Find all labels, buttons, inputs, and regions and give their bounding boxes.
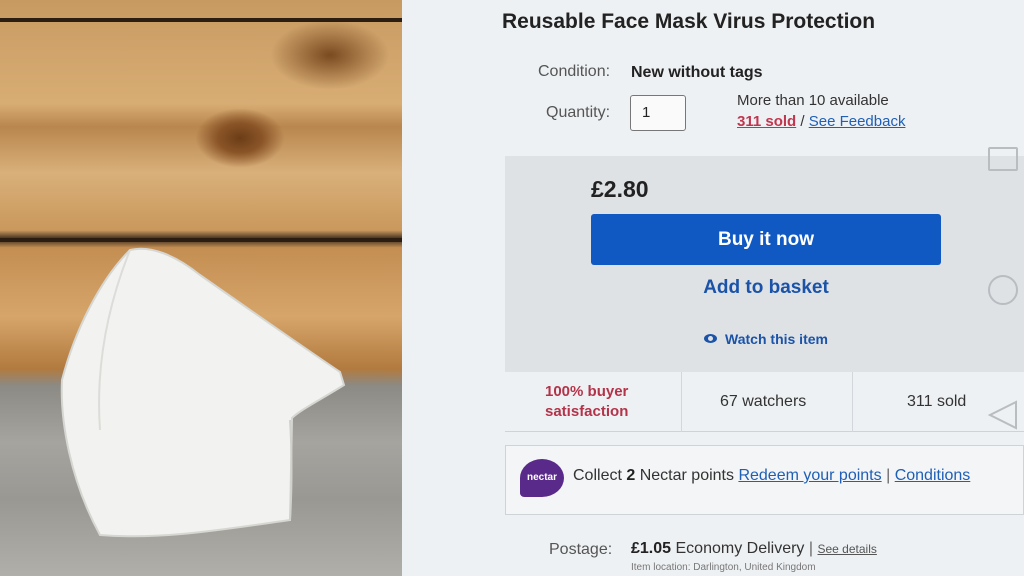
see-details-link[interactable]: See details <box>818 542 877 556</box>
sold-link[interactable]: 311 sold <box>737 113 796 130</box>
add-to-basket-button[interactable]: Add to basket <box>591 277 941 299</box>
product-photo[interactable] <box>0 0 402 576</box>
item-location: Item location: Darlington, United Kingdo… <box>631 562 816 573</box>
screen: Reusable Face Mask Virus Protection Cond… <box>0 0 1024 576</box>
conditions-link[interactable]: Conditions <box>895 467 971 484</box>
redeem-points-link[interactable]: Redeem your points <box>738 467 881 484</box>
postage-value: £1.05 Economy Delivery | See details <box>631 540 877 557</box>
availability-text: More than 10 available <box>737 92 889 109</box>
nectar-logo: nectar <box>520 459 564 497</box>
eye-icon <box>704 334 718 343</box>
quantity-input[interactable]: 1 <box>630 95 686 131</box>
see-feedback-link[interactable]: See Feedback <box>809 113 906 130</box>
postage-method: Economy Delivery <box>675 540 805 557</box>
postage-label: Postage: <box>549 541 613 558</box>
stats-divider <box>852 372 853 432</box>
buyer-satisfaction: 100% buyer satisfaction <box>545 383 629 420</box>
buy-it-now-button[interactable]: Buy it now <box>591 214 941 265</box>
product-title: Reusable Face Mask Virus Protection <box>502 10 876 33</box>
listing-panel: Reusable Face Mask Virus Protection Cond… <box>402 0 1024 576</box>
listing-stats: 100% buyer satisfaction 67 watchers 311 … <box>505 372 1024 432</box>
watch-label: Watch this item <box>725 331 828 347</box>
nectar-points-box: nectar Collect 2 Nectar points Redeem yo… <box>505 445 1024 515</box>
sold-feedback-line: 311 sold / See Feedback <box>737 113 905 130</box>
price: £2.80 <box>591 176 649 202</box>
watchers-count: 67 watchers <box>720 393 807 410</box>
triangle-back-icon[interactable] <box>986 400 1020 430</box>
watch-item-button[interactable]: Watch this item <box>591 331 941 347</box>
stats-divider <box>681 372 682 432</box>
postage-price: £1.05 <box>631 540 672 557</box>
square-nav-icon[interactable] <box>988 147 1018 171</box>
quantity-label: Quantity: <box>546 104 611 121</box>
sold-count: 311 sold <box>907 393 967 410</box>
face-mask-image <box>60 247 346 538</box>
nectar-text: Collect 2 Nectar points Redeem your poin… <box>573 467 971 484</box>
condition-label: Condition: <box>538 63 611 80</box>
condition-value: New without tags <box>631 64 763 81</box>
circle-nav-icon[interactable] <box>988 275 1018 305</box>
sold-separator: / <box>800 113 805 130</box>
buy-box: £2.80 Buy it now Add to basket Watch thi… <box>505 156 1024 372</box>
